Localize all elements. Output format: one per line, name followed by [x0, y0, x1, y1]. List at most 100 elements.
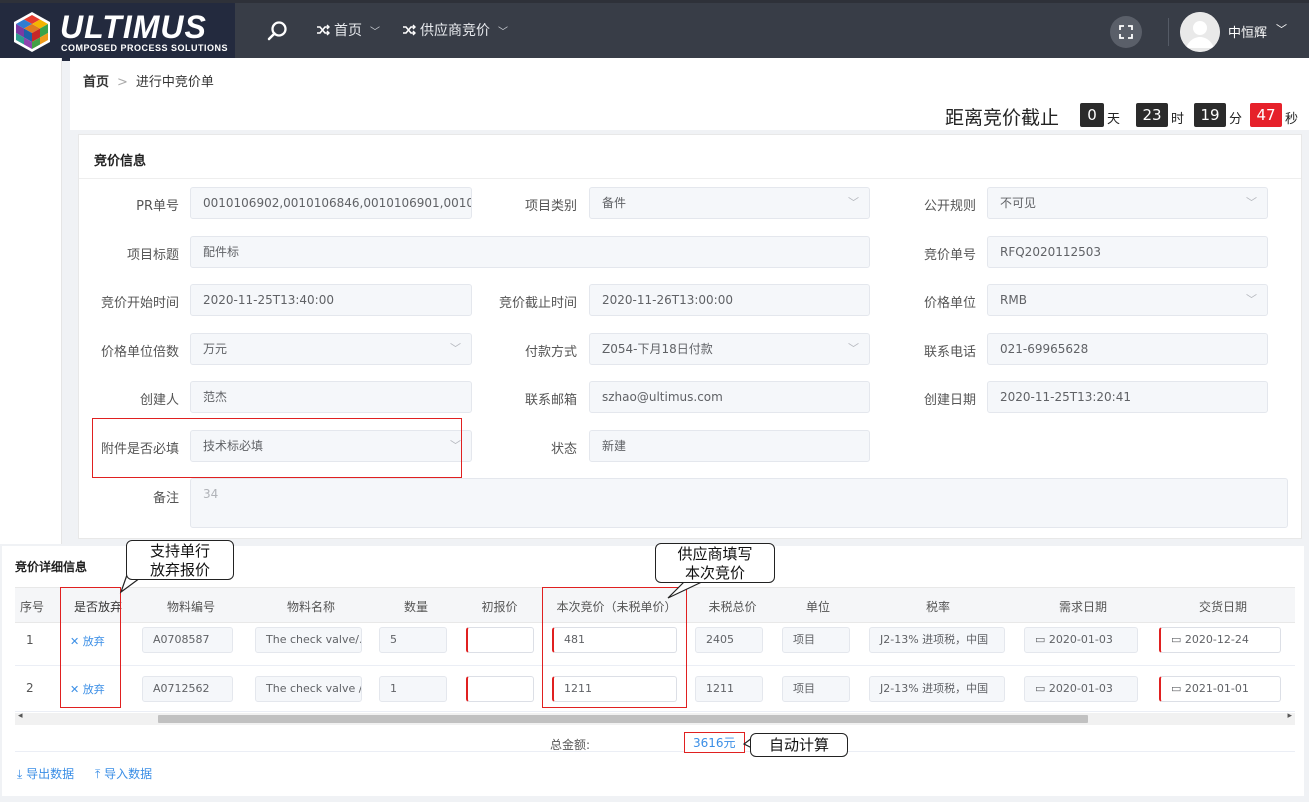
payment-select[interactable]: Z054-下月18日付款 ﹀	[589, 333, 870, 365]
end-time-value: 2020-11-26T13:00:00	[602, 293, 733, 307]
col-init-price: 初报价	[481, 600, 518, 614]
row1-delivery-value: 2020-12-24	[1184, 633, 1249, 646]
search-button[interactable]	[262, 16, 294, 48]
import-data-link[interactable]: ⤒ 导入数据	[95, 765, 152, 782]
end-time-field[interactable]: 2020-11-26T13:00:00	[589, 284, 870, 316]
unit-multiple-select[interactable]: 万元 ﹀	[190, 333, 472, 365]
remark-value: 34	[203, 487, 219, 501]
payment-label: 付款方式	[524, 345, 577, 360]
callout-bid-text: 供应商填写 本次竞价	[677, 545, 753, 582]
bid-detail-section: 竞价详细信息 序号 是否放弃 物料编号 物料名称 数量 初报价 本次竞价（未税单…	[2, 546, 1304, 796]
row1-total: 2405	[695, 627, 763, 653]
rfq-no-field[interactable]: RFQ2020112503	[987, 236, 1268, 268]
unit-multiple-label: 价格单位倍数	[100, 345, 179, 360]
logo[interactable]: ULTIMUS COMPOSED PROCESS SOLUTIONS	[0, 3, 235, 61]
nav-home-label: 首页	[334, 23, 362, 39]
table-horizontal-scrollbar[interactable]: ◂ ▸	[15, 711, 1295, 725]
shuffle-icon	[403, 24, 416, 36]
chevron-down-icon: ﹀	[1246, 293, 1257, 306]
nav-supplier-bid-label: 供应商竞价	[420, 23, 490, 39]
countdown-hours: 23	[1136, 103, 1168, 127]
col-total: 未税总价	[708, 600, 757, 614]
status-field[interactable]: 新建	[589, 430, 870, 462]
category-select[interactable]: 备件 ﹀	[589, 187, 870, 219]
callout-auto-text: 自动计算	[768, 736, 829, 754]
row2-material-no: A0712562	[142, 676, 233, 702]
avatar[interactable]	[1180, 12, 1220, 52]
search-icon	[267, 21, 287, 41]
callout-bid: 供应商填写 本次竞价	[655, 543, 775, 583]
rfq-no-value: RFQ2020112503	[1000, 245, 1102, 259]
unit-multiple-value: 万元	[203, 342, 228, 356]
row2-init-price-input[interactable]	[466, 676, 534, 702]
chevron-down-icon: ﹀	[498, 26, 508, 38]
creator-label: 创建人	[139, 393, 179, 408]
project-title-field[interactable]: 配件标	[190, 236, 870, 268]
total-label: 总金额:	[550, 738, 591, 752]
email-label: 联系邮箱	[524, 393, 577, 408]
pr-no-value: 0010106902,0010106846,0010106901,00101(	[203, 196, 472, 210]
price-unit-select[interactable]: RMB ﹀	[987, 284, 1268, 316]
panel-header: 竞价信息	[79, 135, 1301, 179]
created-date-field[interactable]: 2020-11-25T13:20:41	[987, 381, 1268, 413]
bid-info-panel: 竞价信息 PR单号 0010106902,0010106846,00101069…	[78, 134, 1302, 539]
col-unit: 单位	[805, 600, 830, 614]
shuffle-icon	[317, 24, 330, 36]
row1-seq: 1	[26, 633, 34, 647]
email-field[interactable]: szhao@ultimus.com	[589, 381, 870, 413]
scroll-left-icon[interactable]: ◂	[18, 711, 23, 721]
nav-item-supplier-bid[interactable]: 供应商竞价 ﹀	[402, 20, 508, 40]
row2-seq: 2	[26, 681, 34, 695]
row1-delivery-input[interactable]: ▭ 2020-12-24	[1159, 627, 1281, 653]
total-value: 3616元	[684, 732, 745, 753]
remark-textarea[interactable]: 34	[190, 478, 1288, 528]
creator-field[interactable]: 范杰	[190, 381, 472, 413]
row2-tax: J2-13% 进项税，中国	[869, 676, 1005, 702]
col-need-date: 需求日期	[1058, 600, 1107, 614]
breadcrumb-separator: >	[117, 75, 128, 90]
status-label: 状态	[550, 442, 577, 457]
public-rule-select[interactable]: 不可见 ﹀	[987, 187, 1268, 219]
brand-name: ULTIMUS	[60, 9, 207, 45]
scrollbar-thumb[interactable]	[158, 715, 1088, 723]
pr-no-field[interactable]: 0010106902,0010106846,0010106901,00101(	[190, 187, 472, 219]
breadcrumb-home[interactable]: 首页	[83, 75, 109, 90]
project-title-value: 配件标	[203, 245, 240, 259]
row2-delivery-input[interactable]: ▭ 2021-01-01	[1159, 676, 1281, 702]
row2-unit: 项目	[782, 676, 850, 702]
nav-item-home[interactable]: 首页 ﹀	[316, 20, 380, 40]
countdown-days-unit: 天	[1107, 112, 1121, 127]
breadcrumb-current: 进行中竞价单	[135, 75, 214, 90]
col-qty: 数量	[403, 600, 428, 614]
row1-unit: 项目	[782, 627, 850, 653]
rfq-no-label: 竞价单号	[923, 248, 976, 263]
brand-tagline: COMPOSED PROCESS SOLUTIONS	[61, 43, 229, 53]
fullscreen-button[interactable]	[1110, 16, 1142, 48]
category-value: 备件	[602, 196, 627, 210]
username[interactable]: 中恒辉	[1228, 22, 1267, 41]
chevron-down-icon[interactable]: ﹀	[1276, 21, 1287, 37]
bid-highlight-box	[542, 587, 687, 708]
phone-value: 021-69965628	[1000, 342, 1089, 356]
payment-value: Z054-下月18日付款	[602, 342, 713, 356]
created-date-value: 2020-11-25T13:20:41	[1000, 390, 1131, 404]
scroll-right-icon[interactable]: ▸	[1287, 711, 1292, 721]
row-divider	[15, 751, 1295, 752]
countdown-hours-unit: 时	[1171, 112, 1185, 127]
start-time-field[interactable]: 2020-11-25T13:40:00	[190, 284, 472, 316]
col-seq: 序号	[19, 600, 44, 614]
row1-tax: J2-13% 进项税，中国	[869, 627, 1005, 653]
phone-field[interactable]: 021-69965628	[987, 333, 1268, 365]
chevron-down-icon: ﹀	[848, 342, 859, 355]
project-title-label: 项目标题	[126, 248, 179, 263]
countdown-bar: 距离竞价截止 0 天 23 时 19 分 47 秒	[70, 100, 1309, 130]
row1-init-price-input[interactable]	[466, 627, 534, 653]
breadcrumb-bar: 首页 > 进行中竞价单	[70, 58, 1309, 102]
category-label: 项目类别	[524, 199, 577, 214]
start-time-label: 竞价开始时间	[100, 296, 179, 311]
export-data-link[interactable]: ⤓ 导出数据	[17, 765, 74, 782]
callout-auto: 自动计算	[750, 733, 848, 757]
row2-qty: 1	[379, 676, 447, 702]
row2-need-date: ▭ 2020-01-03	[1024, 676, 1138, 702]
row1-qty: 5	[379, 627, 447, 653]
